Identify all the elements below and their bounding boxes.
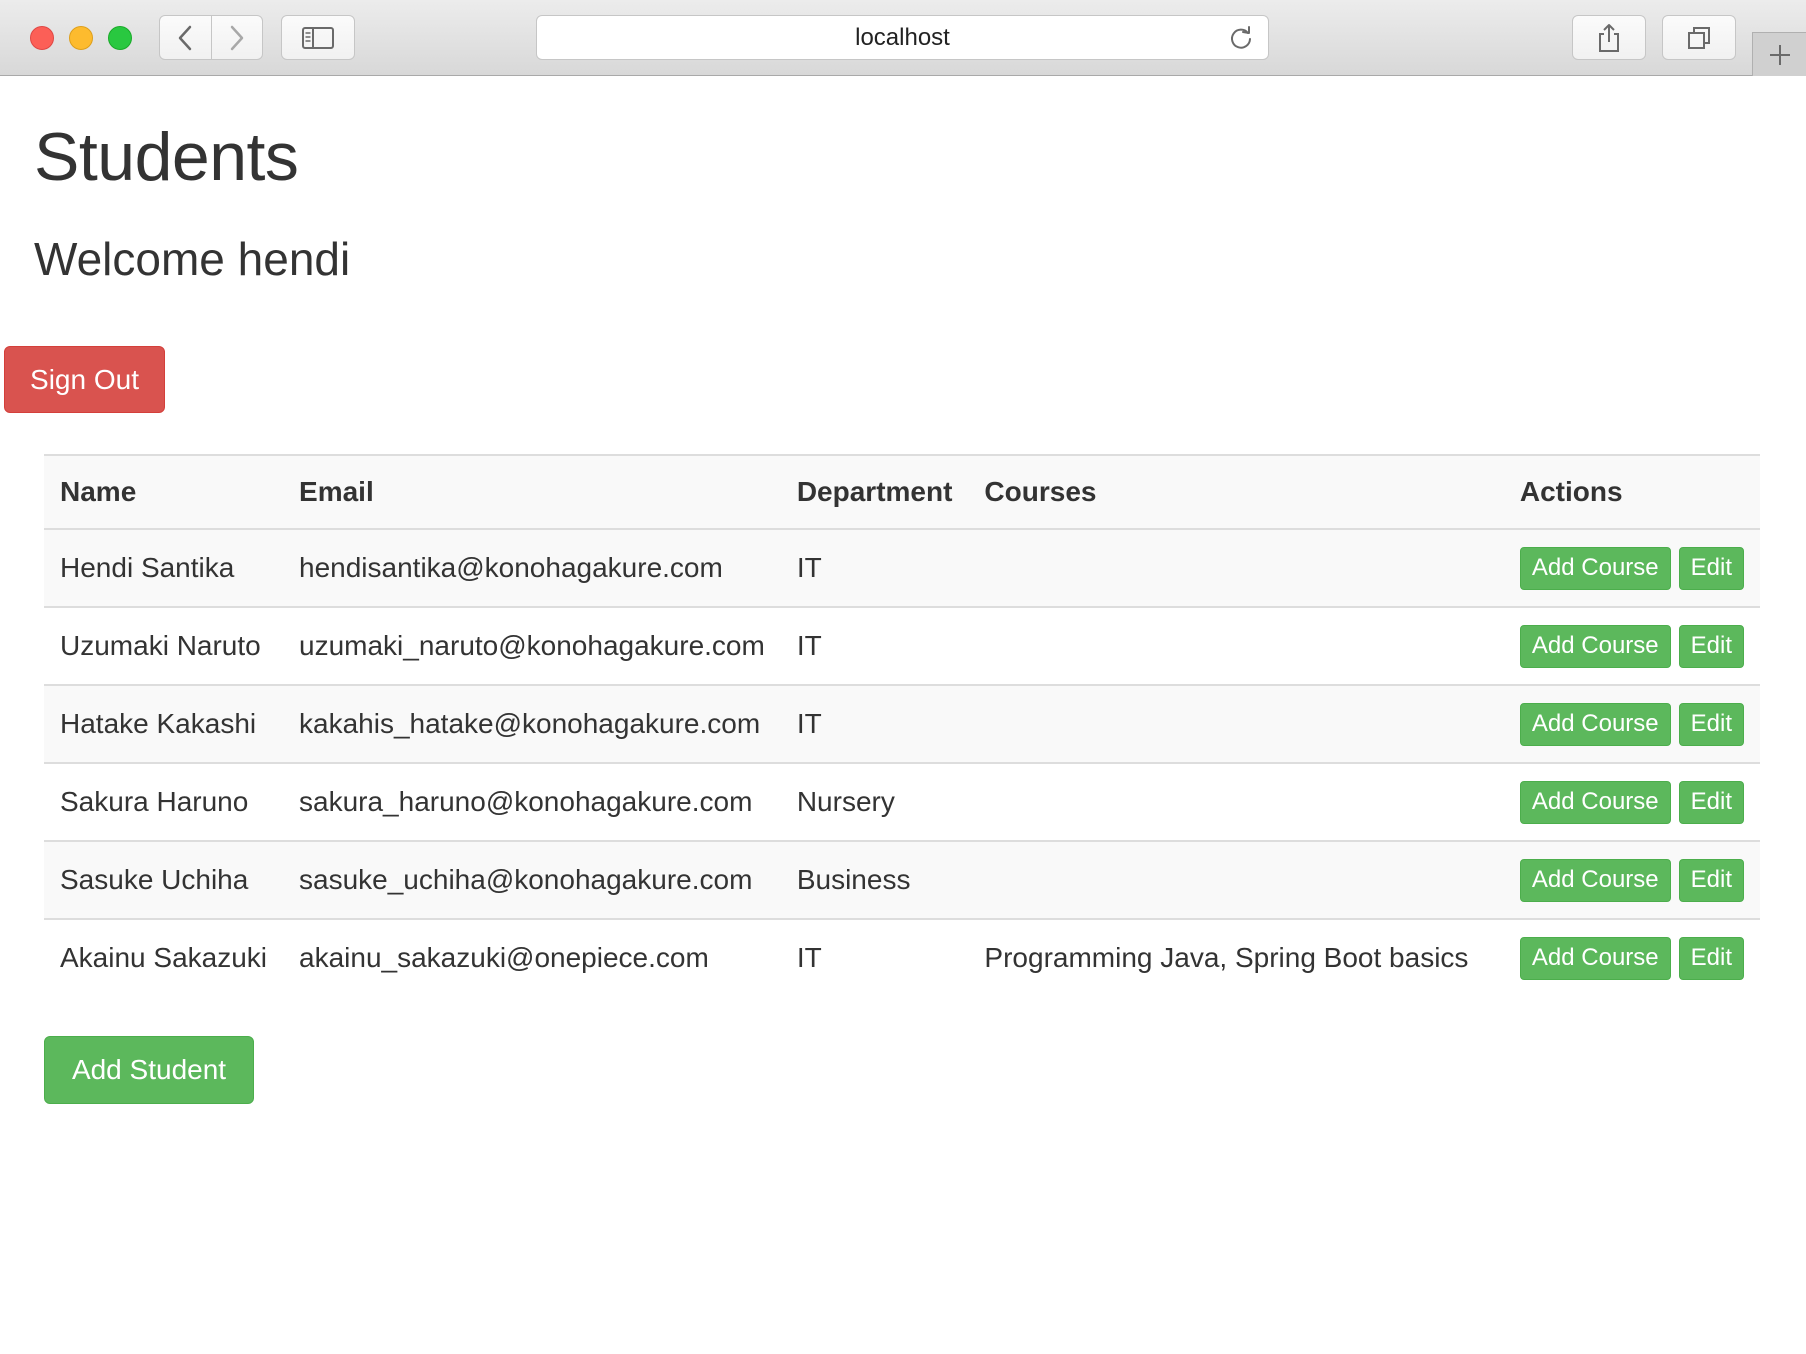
table-row: Hendi Santika hendisantika@konohagakure.… [44,528,1760,607]
row-actions: Add Course Edit [1503,840,1760,919]
add-course-button[interactable]: Add Course [1519,780,1671,824]
welcome-heading: Welcome hendi [34,233,351,285]
table-row: Sasuke Uchiha sasuke_uchiha@konohagakure… [44,840,1760,919]
student-email: uzumaki_naruto@konohagakure.com [283,606,781,685]
row-actions: Add Course Edit [1503,528,1760,607]
sign-out-button[interactable]: Sign Out [4,346,165,413]
address-text: localhost [855,23,950,51]
student-email: hendisantika@konohagakure.com [283,528,781,607]
student-name: Sasuke Uchiha [44,840,284,919]
zoom-window-button[interactable] [108,26,132,50]
student-email: kakahis_hatake@konohagakure.com [283,684,781,763]
row-actions: Add Course Edit [1503,762,1760,841]
column-header-actions: Actions [1503,454,1760,530]
tabs-icon [1688,26,1710,49]
column-header-email: Email [283,454,781,530]
edit-button[interactable]: Edit [1678,858,1744,902]
tab-overview-button[interactable] [1662,15,1736,60]
page-title: Students [34,119,299,195]
student-department: Nursery [780,762,969,841]
chevron-right-icon [230,25,243,50]
edit-button[interactable]: Edit [1678,546,1744,590]
student-courses [968,684,1504,763]
student-email: sakura_haruno@konohagakure.com [283,762,781,841]
column-header-name: Name [44,454,284,530]
browser-window: localhost Students Welcome hendi Sign Ou… [0,0,1806,1354]
back-button[interactable] [160,16,211,59]
share-icon [1599,23,1619,52]
student-department: IT [780,918,969,996]
history-nav [159,15,263,60]
add-course-button[interactable]: Add Course [1519,936,1671,980]
add-course-button[interactable]: Add Course [1519,702,1671,746]
edit-button[interactable]: Edit [1678,702,1744,746]
reload-icon [1231,26,1251,49]
student-courses: Programming Java, Spring Boot basics [968,918,1504,996]
column-header-department: Department [780,454,969,530]
table-row: Hatake Kakashi kakahis_hatake@konohagaku… [44,684,1760,763]
student-department: Business [780,840,969,919]
student-department: IT [780,528,969,607]
student-department: IT [780,606,969,685]
student-name: Hendi Santika [44,528,284,607]
sidebar-icon [302,26,334,49]
table-row: Sakura Haruno sakura_haruno@konohagakure… [44,762,1760,841]
reload-button[interactable] [1228,25,1254,56]
student-courses [968,606,1504,685]
table-row: Uzumaki Naruto uzumaki_naruto@konohagaku… [44,606,1760,685]
table-row: Akainu Sakazuki akainu_sakazuki@onepiece… [44,918,1760,996]
row-actions: Add Course Edit [1503,918,1760,996]
table-header-row: Name Email Department Courses Actions [44,454,1760,530]
students-table: Name Email Department Courses Actions He… [44,454,1760,996]
close-window-button[interactable] [30,26,54,50]
row-actions: Add Course Edit [1503,684,1760,763]
student-courses [968,528,1504,607]
forward-button[interactable] [210,16,263,59]
add-course-button[interactable]: Add Course [1519,546,1671,590]
minimize-window-button[interactable] [69,26,93,50]
page-content: Students Welcome hendi Sign Out Name Ema… [4,76,1800,1354]
student-email: akainu_sakazuki@onepiece.com [283,918,781,996]
student-name: Uzumaki Naruto [44,606,284,685]
student-name: Sakura Haruno [44,762,284,841]
sidebar-button[interactable] [281,15,355,60]
plus-icon [1769,44,1790,65]
add-course-button[interactable]: Add Course [1519,624,1671,668]
student-courses [968,762,1504,841]
chevron-left-icon [179,25,192,50]
browser-toolbar: localhost [0,0,1806,76]
new-tab-button[interactable] [1752,32,1806,76]
student-email: sasuke_uchiha@konohagakure.com [283,840,781,919]
share-button[interactable] [1572,15,1646,60]
student-name: Hatake Kakashi [44,684,284,763]
student-name: Akainu Sakazuki [44,918,284,996]
column-header-courses: Courses [968,454,1504,530]
student-department: IT [780,684,969,763]
edit-button[interactable]: Edit [1678,780,1744,824]
student-courses [968,840,1504,919]
edit-button[interactable]: Edit [1678,936,1744,980]
add-student-button[interactable]: Add Student [44,1036,254,1104]
add-course-button[interactable]: Add Course [1519,858,1671,902]
edit-button[interactable]: Edit [1678,624,1744,668]
address-bar[interactable]: localhost [536,15,1269,60]
row-actions: Add Course Edit [1503,606,1760,685]
